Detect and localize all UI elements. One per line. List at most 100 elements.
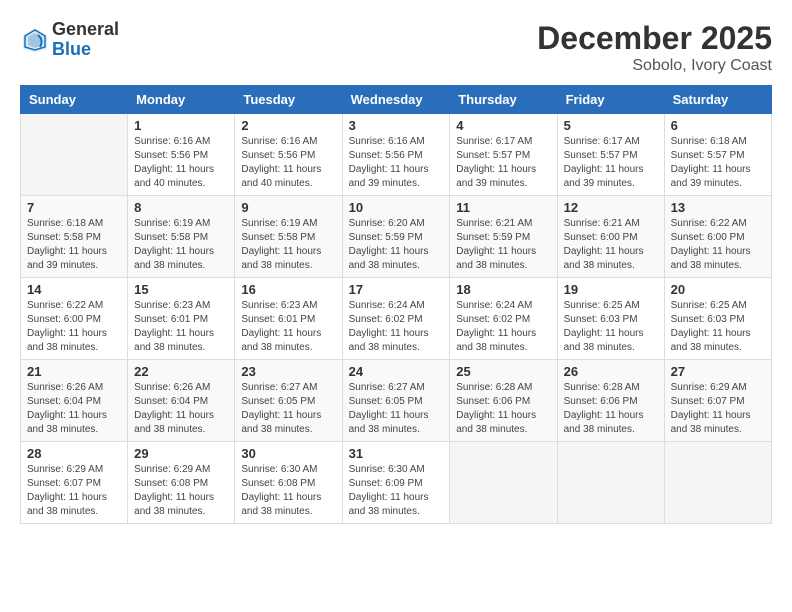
table-row: 30 Sunrise: 6:30 AM Sunset: 6:08 PM Dayli… <box>235 442 342 524</box>
calendar-week-row: 14 Sunrise: 6:22 AM Sunset: 6:00 PM Dayli… <box>21 278 772 360</box>
location-subtitle: Sobolo, Ivory Coast <box>537 57 772 75</box>
table-row: 17 Sunrise: 6:24 AM Sunset: 6:02 PM Dayli… <box>342 278 450 360</box>
table-row: 31 Sunrise: 6:30 AM Sunset: 6:09 PM Dayli… <box>342 442 450 524</box>
col-friday: Friday <box>557 86 664 114</box>
table-row: 8 Sunrise: 6:19 AM Sunset: 5:58 PM Daylig… <box>128 196 235 278</box>
day-number: 3 <box>349 118 444 133</box>
table-row: 14 Sunrise: 6:22 AM Sunset: 6:00 PM Dayli… <box>21 278 128 360</box>
table-row: 22Sunrise: 6:26 AM Sunset: 6:04 PM Dayli… <box>128 360 235 442</box>
day-number: 24 <box>349 364 444 379</box>
table-row: 18 Sunrise: 6:24 AM Sunset: 6:02 PM Dayli… <box>450 278 557 360</box>
day-info: Sunrise: 6:16 AM Sunset: 5:56 PM Dayligh… <box>349 135 444 191</box>
day-info: Sunrise: 6:27 AM Sunset: 6:05 PM Dayligh… <box>241 381 335 437</box>
day-number: 2 <box>241 118 335 133</box>
table-row <box>450 442 557 524</box>
month-title: December 2025 <box>537 20 772 57</box>
table-row: 23Sunrise: 6:27 AM Sunset: 6:05 PM Dayli… <box>235 360 342 442</box>
day-info: Sunrise: 6:30 AM Sunset: 6:08 PM Dayligh… <box>241 463 335 519</box>
table-row: 16Sunrise: 6:23 AM Sunset: 6:01 PM Dayli… <box>235 278 342 360</box>
day-info: Sunrise: 6:18 AM Sunset: 5:58 PM Dayligh… <box>27 217 121 273</box>
table-row: 6 Sunrise: 6:18 AM Sunset: 5:57 PM Daylig… <box>664 114 771 196</box>
day-info: Sunrise: 6:18 AM Sunset: 5:57 PM Dayligh… <box>671 135 765 191</box>
table-row <box>21 114 128 196</box>
table-row <box>664 442 771 524</box>
table-row: 4Sunrise: 6:17 AM Sunset: 5:57 PM Daylig… <box>450 114 557 196</box>
day-number: 18 <box>456 282 550 297</box>
day-info: Sunrise: 6:22 AM Sunset: 6:00 PM Dayligh… <box>671 217 765 273</box>
logo-icon <box>20 25 50 55</box>
day-number: 14 <box>27 282 121 297</box>
day-info: Sunrise: 6:21 AM Sunset: 6:00 PM Dayligh… <box>564 217 658 273</box>
day-number: 12 <box>564 200 658 215</box>
col-thursday: Thursday <box>450 86 557 114</box>
logo-text: General Blue <box>52 20 119 60</box>
table-row: 2 Sunrise: 6:16 AM Sunset: 5:56 PM Daylig… <box>235 114 342 196</box>
day-number: 8 <box>134 200 228 215</box>
calendar-header-row: Sunday Monday Tuesday Wednesday Thursday… <box>21 86 772 114</box>
col-tuesday: Tuesday <box>235 86 342 114</box>
page-header: General Blue December 2025 Sobolo, Ivory… <box>20 20 772 75</box>
day-info: Sunrise: 6:19 AM Sunset: 5:58 PM Dayligh… <box>134 217 228 273</box>
day-info: Sunrise: 6:22 AM Sunset: 6:00 PM Dayligh… <box>27 299 121 355</box>
table-row: 25 Sunrise: 6:28 AM Sunset: 6:06 PM Dayli… <box>450 360 557 442</box>
table-row: 5 Sunrise: 6:17 AM Sunset: 5:57 PM Daylig… <box>557 114 664 196</box>
day-info: Sunrise: 6:26 AM Sunset: 6:04 PM Dayligh… <box>27 381 121 437</box>
day-number: 28 <box>27 446 121 461</box>
day-number: 20 <box>671 282 765 297</box>
day-number: 15 <box>134 282 228 297</box>
day-info: Sunrise: 6:29 AM Sunset: 6:07 PM Dayligh… <box>671 381 765 437</box>
calendar-week-row: 28 Sunrise: 6:29 AM Sunset: 6:07 PM Dayli… <box>21 442 772 524</box>
day-info: Sunrise: 6:29 AM Sunset: 6:08 PM Dayligh… <box>134 463 228 519</box>
day-info: Sunrise: 6:30 AM Sunset: 6:09 PM Dayligh… <box>349 463 444 519</box>
day-info: Sunrise: 6:25 AM Sunset: 6:03 PM Dayligh… <box>671 299 765 355</box>
col-sunday: Sunday <box>21 86 128 114</box>
day-info: Sunrise: 6:17 AM Sunset: 5:57 PM Dayligh… <box>456 135 550 191</box>
day-info: Sunrise: 6:29 AM Sunset: 6:07 PM Dayligh… <box>27 463 121 519</box>
table-row: 29 Sunrise: 6:29 AM Sunset: 6:08 PM Dayli… <box>128 442 235 524</box>
table-row: 20 Sunrise: 6:25 AM Sunset: 6:03 PM Dayli… <box>664 278 771 360</box>
table-row: 26 Sunrise: 6:28 AM Sunset: 6:06 PM Dayli… <box>557 360 664 442</box>
day-number: 22 <box>134 364 228 379</box>
day-info: Sunrise: 6:20 AM Sunset: 5:59 PM Dayligh… <box>349 217 444 273</box>
calendar-table: Sunday Monday Tuesday Wednesday Thursday… <box>20 85 772 524</box>
table-row: 12 Sunrise: 6:21 AM Sunset: 6:00 PM Dayli… <box>557 196 664 278</box>
day-number: 19 <box>564 282 658 297</box>
day-number: 17 <box>349 282 444 297</box>
day-number: 30 <box>241 446 335 461</box>
day-number: 1 <box>134 118 228 133</box>
day-number: 26 <box>564 364 658 379</box>
logo-general: General <box>52 20 119 40</box>
col-wednesday: Wednesday <box>342 86 450 114</box>
day-info: Sunrise: 6:28 AM Sunset: 6:06 PM Dayligh… <box>564 381 658 437</box>
calendar-week-row: 7Sunrise: 6:18 AM Sunset: 5:58 PM Daylig… <box>21 196 772 278</box>
title-area: December 2025 Sobolo, Ivory Coast <box>537 20 772 75</box>
day-info: Sunrise: 6:28 AM Sunset: 6:06 PM Dayligh… <box>456 381 550 437</box>
day-number: 25 <box>456 364 550 379</box>
day-number: 5 <box>564 118 658 133</box>
table-row: 24Sunrise: 6:27 AM Sunset: 6:05 PM Dayli… <box>342 360 450 442</box>
day-info: Sunrise: 6:21 AM Sunset: 5:59 PM Dayligh… <box>456 217 550 273</box>
day-info: Sunrise: 6:17 AM Sunset: 5:57 PM Dayligh… <box>564 135 658 191</box>
table-row: 13 Sunrise: 6:22 AM Sunset: 6:00 PM Dayli… <box>664 196 771 278</box>
table-row: 21 Sunrise: 6:26 AM Sunset: 6:04 PM Dayli… <box>21 360 128 442</box>
logo-blue: Blue <box>52 40 119 60</box>
table-row: 11Sunrise: 6:21 AM Sunset: 5:59 PM Dayli… <box>450 196 557 278</box>
table-row: 15 Sunrise: 6:23 AM Sunset: 6:01 PM Dayli… <box>128 278 235 360</box>
day-number: 13 <box>671 200 765 215</box>
day-number: 6 <box>671 118 765 133</box>
calendar-week-row: 1 Sunrise: 6:16 AM Sunset: 5:56 PM Daylig… <box>21 114 772 196</box>
day-info: Sunrise: 6:24 AM Sunset: 6:02 PM Dayligh… <box>349 299 444 355</box>
table-row: 3 Sunrise: 6:16 AM Sunset: 5:56 PM Daylig… <box>342 114 450 196</box>
day-number: 29 <box>134 446 228 461</box>
day-info: Sunrise: 6:24 AM Sunset: 6:02 PM Dayligh… <box>456 299 550 355</box>
day-number: 16 <box>241 282 335 297</box>
day-number: 31 <box>349 446 444 461</box>
table-row: 27Sunrise: 6:29 AM Sunset: 6:07 PM Dayli… <box>664 360 771 442</box>
table-row: 28 Sunrise: 6:29 AM Sunset: 6:07 PM Dayli… <box>21 442 128 524</box>
day-number: 9 <box>241 200 335 215</box>
day-info: Sunrise: 6:16 AM Sunset: 5:56 PM Dayligh… <box>134 135 228 191</box>
table-row: 19Sunrise: 6:25 AM Sunset: 6:03 PM Dayli… <box>557 278 664 360</box>
day-info: Sunrise: 6:23 AM Sunset: 6:01 PM Dayligh… <box>134 299 228 355</box>
day-info: Sunrise: 6:16 AM Sunset: 5:56 PM Dayligh… <box>241 135 335 191</box>
day-number: 21 <box>27 364 121 379</box>
